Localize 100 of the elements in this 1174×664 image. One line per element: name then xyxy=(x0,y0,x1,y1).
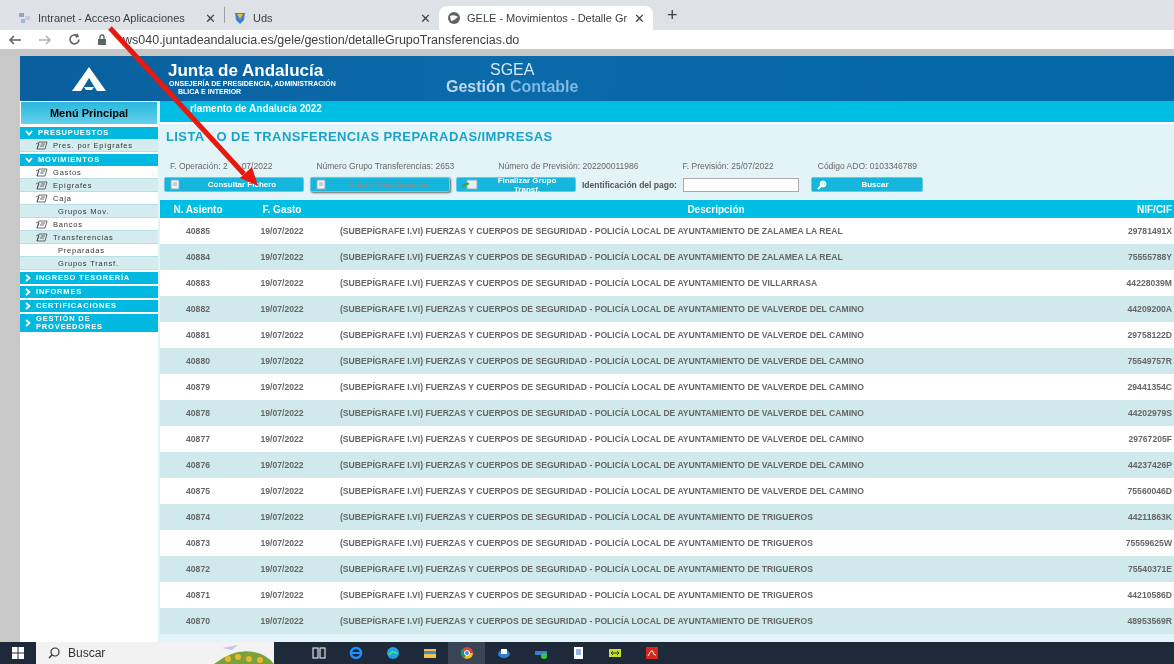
table-cell-text: 44237426P xyxy=(1127,460,1173,470)
table-cell-text: (SUBEPÍGRAFE I.VI) FUERZAS Y CUERPOS DE SEGURIDAD - POLICÍA LOCAL DE AYUNTAMIENTO DE TRIGUEROS xyxy=(339,538,814,548)
table-cell-text: 40875 xyxy=(185,486,211,496)
table-cell-text: 40872 xyxy=(185,564,211,574)
website-favicon-icon xyxy=(18,11,32,25)
edge-browser-icon[interactable] xyxy=(385,646,400,660)
lock-icon xyxy=(97,33,107,46)
table-cell-text: 19/07/2022 xyxy=(259,616,305,626)
tab-title: Intranet - Acceso Aplicaciones xyxy=(38,12,186,24)
table-cell-text: 19/07/2022 xyxy=(259,512,305,522)
table-cell-text: 44202979S xyxy=(1127,408,1173,418)
table-cell-text: (SUBEPÍGRAFE I.VI) FUERZAS Y CUERPOS DE SEGURIDAD - POLICÍA LOCAL DE AYUNTAMIENTO DE TRIGUEROS xyxy=(339,616,814,626)
new-tab-icon[interactable]: + xyxy=(653,4,692,26)
document-icon xyxy=(35,140,49,150)
table-cell-text: 40883 xyxy=(185,278,211,288)
table-cell-text: (SUBEPÍGRAFE I.VI) FUERZAS Y CUERPOS DE SEGURIDAD - POLICÍA LOCAL DE AYUNTAMIENTO DE TRIGUEROS xyxy=(339,590,814,600)
table-cell-text: 75560046D xyxy=(1126,486,1173,496)
table-cell-text: (SUBEPÍGRAFE I.VI) FUERZAS Y CUERPOS DE SEGURIDAD - POLICÍA LOCAL DE AYUNTAMIENTO DE VALVERDE DEL CAMINO xyxy=(339,356,865,366)
table-cell-text: 19/07/2022 xyxy=(259,486,305,496)
close-icon[interactable]: ✕ xyxy=(420,10,431,26)
table-cell-text: (SUBEPÍGRAFE I.VI) FUERZAS Y CUERPOS DE SEGURIDAD - POLICÍA LOCAL DE AYUNTAMIENTO DE VALVERDE DEL CAMINO xyxy=(339,382,865,392)
table-cell-text: 19/07/2022 xyxy=(259,278,305,288)
document-icon xyxy=(35,193,49,203)
andalucia-logo-icon xyxy=(72,66,106,91)
mail-client-icon[interactable] xyxy=(496,646,511,660)
table-cell-text: 19/07/2022 xyxy=(259,564,305,574)
table-cell-text: (SUBEPÍGRAFE I.VI) FUERZAS Y CUERPOS DE SEGURIDAD - POLICÍA LOCAL DE AYUNTAMIENTO DE TRIGUEROS xyxy=(339,564,814,574)
brand-name: Junta de Andalucía xyxy=(168,61,324,80)
app-title: SGEA xyxy=(490,61,535,78)
table-cell-text: 19/07/2022 xyxy=(259,226,305,236)
document-icon xyxy=(170,179,180,190)
info-field: F. Previsión: 25/07/2022 xyxy=(682,161,774,171)
back-icon[interactable] xyxy=(8,33,22,46)
chevron-right-icon xyxy=(25,319,31,327)
table-cell-text: 40882 xyxy=(185,304,211,314)
chrome-browser-icon[interactable] xyxy=(459,646,474,660)
browser-tab[interactable]: Intranet - Acceso Aplicaciones ✕ xyxy=(10,6,224,30)
table-cell-text: 29441354C xyxy=(1126,382,1173,392)
table-cell-text: 40885 xyxy=(185,226,211,236)
field-label: Identificación del pago: xyxy=(582,179,677,190)
table-cell-text: (SUBEPÍGRAFE I.VI) FUERZAS Y CUERPOS DE SEGURIDAD - POLICÍA LOCAL DE AYUNTAMIENTO DE TRIGUEROS xyxy=(339,512,814,522)
breadcrumb-bar: rlamento de Andalucía 2022 xyxy=(160,101,1174,124)
task-view-icon[interactable] xyxy=(311,646,326,660)
table-cell-text: 44228039M xyxy=(1125,278,1173,288)
globe-icon xyxy=(447,11,461,25)
table-cell-text: 40881 xyxy=(185,330,211,340)
info-field: Código ADO: 0103346789 xyxy=(817,161,917,171)
table-cell-text: 19/07/2022 xyxy=(259,434,305,444)
folder-icon[interactable] xyxy=(422,646,437,660)
table-cell-text: 29758122D xyxy=(1126,330,1173,340)
info-field: Número Grupo Transferencias: 2653 xyxy=(316,161,455,171)
table-cell-text: 19/07/2022 xyxy=(259,538,305,548)
document-icon xyxy=(35,167,49,177)
pdf-reader-icon[interactable] xyxy=(644,646,659,660)
table-cell-text: 19/07/2022 xyxy=(259,356,305,366)
table-cell-text: 75540371E xyxy=(1127,564,1173,574)
tab-title: Uds xyxy=(253,12,274,24)
resize-tool-icon[interactable] xyxy=(607,646,622,660)
browser-tab[interactable]: Uds ✕ xyxy=(225,6,439,30)
table-cell-text: 19/07/2022 xyxy=(259,460,305,470)
operation-date: F. Operación: 2 xyxy=(170,161,228,171)
table-cell-text: 40878 xyxy=(185,408,211,418)
table-cell-text: 44211863K xyxy=(1127,512,1173,522)
table-cell-text: 29781491X xyxy=(1127,226,1173,236)
page-title: LISTA xyxy=(166,129,205,144)
taskbar-search-field[interactable]: Buscar xyxy=(36,642,274,664)
close-icon[interactable]: ✕ xyxy=(634,10,645,26)
table-cell-text: 75559625W xyxy=(1124,538,1173,548)
table-cell-text: (SUBEPÍGRAFE I.VI) FUERZAS Y CUERPOS DE SEGURIDAD - POLICÍA LOCAL DE AYUNTAMIENTO DE VALVERDE DEL CAMINO xyxy=(339,460,865,470)
browser-e-icon[interactable] xyxy=(348,646,363,660)
table-cell-text: (SUBEPÍGRAFE I.VI) FUERZAS Y CUERPOS DE SEGURIDAD - POLICÍA LOCAL DE AYUNTAMIENTO DE VALVERDE DEL CAMINO xyxy=(339,408,865,418)
table-cell-text: (SUBEPÍGRAFE I.VI) FUERZAS Y CUERPOS DE SEGURIDAD - POLICÍA LOCAL DE AYUNTAMIENTO DE VALVERDE DEL CAMINO xyxy=(339,330,865,340)
table-cell-text: 19/07/2022 xyxy=(259,330,305,340)
windows-start-icon[interactable] xyxy=(12,647,24,659)
search-icon xyxy=(816,179,827,190)
table-cell-text: 44209200A xyxy=(1126,304,1173,314)
chevron-down-icon xyxy=(25,130,33,136)
table-cell-text: 40874 xyxy=(185,512,211,522)
table-cell-text: 40884 xyxy=(185,252,211,262)
table-cell-text: 19/07/2022 xyxy=(259,304,305,314)
reload-icon[interactable] xyxy=(68,33,81,46)
table-cell-text: 48953569R xyxy=(1126,616,1173,626)
table-cell-text: 29767205F xyxy=(1127,434,1173,444)
table-cell-text: 40871 xyxy=(185,590,211,600)
table-cell-text: 40877 xyxy=(185,434,211,444)
browser-tab[interactable]: GELE - Movimientos - Detalle Gr ✕ xyxy=(439,6,653,30)
document-icon xyxy=(35,232,49,242)
payment-id-field[interactable] xyxy=(682,177,799,192)
table-cell-text: 19/07/2022 xyxy=(259,408,305,418)
table-cell-text: 40873 xyxy=(185,538,211,548)
table-cell-text: (SUBEPÍGRAFE I.VI) FUERZAS Y CUERPOS DE SEGURIDAD - POLICÍA LOCAL DE AYUNTAMIENTO DE VALVERDE DEL CAMINO xyxy=(339,434,865,444)
table-cell-text: 44210586D xyxy=(1126,590,1173,600)
table-cell-text: 19/07/2022 xyxy=(259,590,305,600)
landscape-drawing xyxy=(214,642,274,664)
document-icon xyxy=(316,179,326,190)
app-subtitle: Gestión Contable xyxy=(446,78,579,96)
table-cell-text: 40879 xyxy=(185,382,211,392)
document-icon xyxy=(35,180,49,190)
table-cell-text: 75549757R xyxy=(1126,356,1173,366)
close-icon[interactable]: ✕ xyxy=(205,10,216,26)
